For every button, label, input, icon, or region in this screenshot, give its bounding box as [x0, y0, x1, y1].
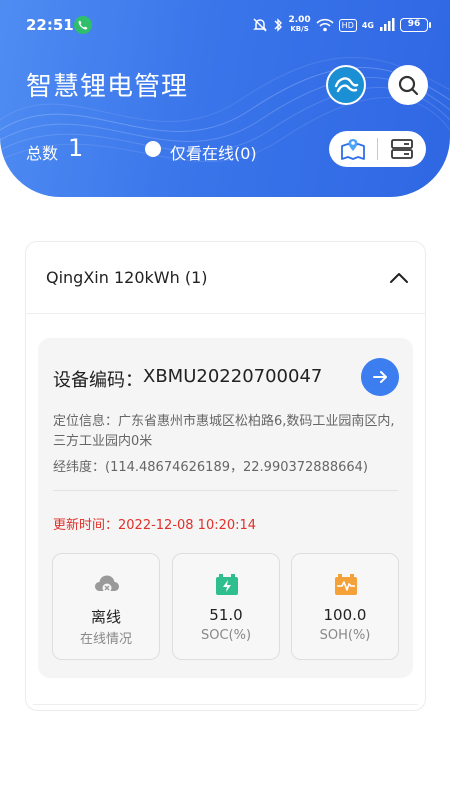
brand-logo-button[interactable] — [326, 65, 366, 105]
search-icon — [398, 75, 419, 96]
app-header: 22:51 2.00 KB/S HD 4G 96 智慧锂电管理 总数 1 仅看在… — [0, 0, 450, 197]
bottom-divider — [33, 704, 418, 705]
online-only-radio[interactable] — [145, 141, 161, 157]
wifi-icon — [316, 18, 334, 32]
hd-badge: HD — [338, 18, 357, 32]
status-time: 22:51 — [26, 16, 74, 34]
server-list-icon — [391, 139, 413, 159]
signal-bars-icon — [380, 18, 395, 31]
device-code-label: 设备编码： — [53, 370, 143, 391]
group-header[interactable]: QingXin 120kWh (1) — [26, 242, 425, 314]
stat-label: 在线情况 — [79, 632, 132, 647]
speed-unit: KB/S — [290, 25, 309, 33]
stat-value: 51.0 — [209, 606, 243, 624]
status-bar: 22:51 2.00 KB/S HD 4G 96 — [0, 0, 450, 52]
total-count: 1 — [68, 134, 84, 162]
device-code: 设备编码： XBMU20220700047 — [53, 366, 322, 392]
brand-logo-icon — [334, 77, 359, 93]
battery-charge-icon — [216, 574, 238, 595]
stat-label: SOH(%) — [319, 628, 371, 643]
speed-value: 2.00 — [288, 15, 311, 25]
status-icons: 2.00 KB/S HD 4G 96 — [252, 14, 431, 36]
battery-health-icon — [335, 574, 357, 595]
divider — [53, 490, 398, 491]
location-info: 定位信息：广东省惠州市惠城区松柏路6,数码工业园南区内,三方工业园内0米 — [53, 414, 395, 449]
bluetooth-icon — [274, 18, 283, 32]
stat-soc: 51.0 SOC(%) — [172, 553, 280, 660]
stat-soh: 100.0 SOH(%) — [291, 553, 399, 660]
online-only-label[interactable]: 仅看在线(0) — [170, 140, 257, 164]
total-label: 总数 — [26, 144, 59, 163]
page-title: 智慧锂电管理 — [26, 72, 189, 102]
wave-decoration — [0, 57, 450, 162]
chevron-up-icon[interactable] — [387, 266, 411, 290]
view-toggle — [329, 131, 426, 167]
cloud-offline-icon — [95, 575, 119, 593]
device-group-card: QingXin 120kWh (1) 设备编码： XBMU20220700047… — [25, 241, 426, 711]
arrow-right-icon — [373, 371, 387, 383]
device-card[interactable]: 设备编码： XBMU20220700047 定位信息：广东省惠州市惠城区松柏路6… — [38, 338, 413, 678]
group-title: QingXin 120kWh (1) — [46, 268, 208, 287]
search-button[interactable] — [388, 65, 428, 105]
device-code-value: XBMU20220700047 — [143, 366, 323, 387]
device-detail-button[interactable] — [361, 358, 399, 396]
battery-indicator: 96 — [400, 18, 431, 32]
list-view-button[interactable] — [378, 131, 426, 167]
phone-call-icon — [74, 16, 92, 34]
stat-value: 离线 — [90, 608, 121, 626]
mute-bell-icon — [253, 18, 268, 32]
coordinates-info: 经纬度：(114.48674626189，22.990372888664) — [53, 460, 368, 475]
signal-label: 4G — [361, 20, 374, 30]
map-pin-icon — [341, 139, 365, 160]
stat-online-status: 离线 在线情况 — [52, 553, 160, 660]
stat-value: 100.0 — [323, 606, 367, 624]
update-time: 更新时间：2022-12-08 10:20:14 — [53, 518, 257, 533]
network-speed: 2.00 KB/S — [288, 16, 310, 34]
map-view-button[interactable] — [329, 131, 377, 167]
stat-label: SOC(%) — [200, 628, 252, 643]
